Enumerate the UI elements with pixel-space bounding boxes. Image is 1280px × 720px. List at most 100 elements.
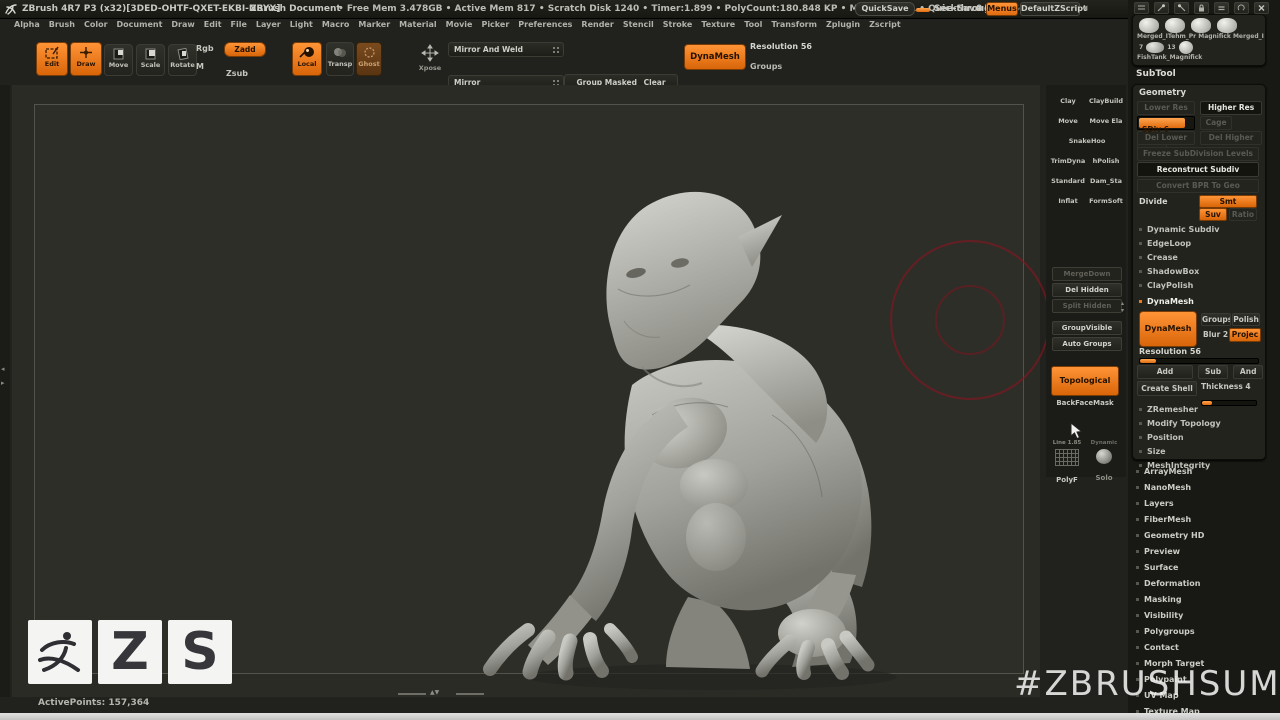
geometry-header[interactable]: Geometry	[1139, 88, 1186, 98]
draw-button[interactable]: Draw	[70, 42, 102, 76]
tray-button[interactable]: Split Hidden	[1052, 299, 1122, 313]
palette-section[interactable]: Preview	[1136, 544, 1204, 560]
m-toggle[interactable]: M	[196, 62, 204, 71]
menu-item[interactable]: Preferences	[518, 20, 572, 32]
subsection-header[interactable]: EdgeLoop	[1139, 237, 1219, 251]
menu-item[interactable]: Draw	[171, 20, 194, 32]
brush-item[interactable]: FormSoft	[1088, 188, 1124, 207]
dynamesh-button[interactable]: DynaMesh	[1139, 311, 1197, 347]
dynamesh-groups-toggle[interactable]: Groups	[1201, 313, 1231, 326]
dynamesh-and-toggle[interactable]: And	[1233, 365, 1264, 379]
zsub-button[interactable]: Zsub	[226, 61, 248, 80]
quicksave-button[interactable]: QuickSave	[855, 2, 915, 16]
menu-item[interactable]: Zscript	[869, 20, 901, 32]
menu-item[interactable]: Light	[290, 20, 313, 32]
reconstruct-subdiv-button[interactable]: Reconstruct Subdiv	[1137, 162, 1259, 177]
rotate-icon[interactable]	[1234, 2, 1249, 14]
menu-item[interactable]: Document	[117, 20, 163, 32]
convert-bpr-button[interactable]: Convert BPR To Geo	[1137, 179, 1259, 193]
left-tray-open-icon[interactable]: ▸	[1, 379, 5, 387]
menu-item[interactable]: Edit	[204, 20, 222, 32]
topological-button[interactable]: Topological	[1051, 366, 1119, 396]
backfacemask-button[interactable]: BackFaceMask	[1051, 399, 1119, 407]
lock-icon[interactable]	[1194, 2, 1209, 14]
default-zscript-button[interactable]: DefaultZScript	[1020, 2, 1087, 16]
palette-section[interactable]: Masking	[1136, 592, 1204, 608]
palette-section[interactable]: Layers	[1136, 496, 1204, 512]
menu-item[interactable]: Alpha	[14, 20, 40, 32]
menu-item[interactable]: Texture	[701, 20, 735, 32]
close-icon[interactable]	[1254, 2, 1269, 14]
shrink-icon[interactable]	[1214, 2, 1229, 14]
move-button[interactable]: Move	[104, 44, 133, 76]
menu-item[interactable]: Color	[84, 20, 108, 32]
divide-button[interactable]: Divide	[1139, 197, 1168, 206]
palette-section[interactable]: Visibility	[1136, 608, 1204, 624]
tray-button[interactable]: Auto Groups	[1052, 337, 1122, 351]
rgb-toggle[interactable]: Rgb	[196, 44, 214, 53]
menu-item[interactable]: Marker	[358, 20, 390, 32]
subsection-header[interactable]: Dynamic Subdiv	[1139, 223, 1219, 237]
dynamesh-add-toggle[interactable]: Add	[1137, 365, 1193, 379]
dynamesh-sub-toggle[interactable]: Sub	[1198, 365, 1229, 379]
dynamesh-section-header[interactable]: DynaMesh	[1139, 295, 1194, 309]
edit-button[interactable]: Edit	[36, 42, 68, 76]
scroll-left-icon[interactable]: ◀	[1082, 4, 1087, 12]
tray-divider-icon[interactable]	[1134, 2, 1149, 14]
palette-section[interactable]: Surface	[1136, 560, 1204, 576]
dynamesh-polish-toggle[interactable]: Polish	[1232, 313, 1260, 326]
freeze-subdivision-button[interactable]: Freeze SubDivision Levels	[1137, 147, 1259, 161]
tool-thumbnail-icon[interactable]	[1165, 18, 1185, 33]
subsection-header[interactable]: Size	[1139, 445, 1221, 459]
canvas-resize-line[interactable]	[398, 693, 426, 695]
sdiv-slider[interactable]: SDiv 6	[1137, 116, 1195, 134]
transp-button[interactable]: Transp	[326, 42, 354, 76]
tool-thumbnail-icon[interactable]	[1146, 42, 1165, 53]
brush-preset-2-icon[interactable]	[1174, 2, 1189, 14]
resolution-slider-label[interactable]: Resolution 56	[750, 42, 812, 51]
subsection-header[interactable]: ZRemesher	[1139, 403, 1221, 417]
scale-button[interactable]: Scale	[136, 44, 165, 76]
tool-thumbnail-icon[interactable]	[1191, 18, 1211, 33]
rotate-button[interactable]: Rotate	[168, 44, 197, 76]
subsection-header[interactable]: Position	[1139, 431, 1221, 445]
canvas-resize-line[interactable]	[456, 693, 484, 695]
brush-item[interactable]: Move	[1050, 108, 1086, 127]
brush-item[interactable]: SnakeHoo	[1050, 128, 1124, 147]
tool-thumbnail-icon[interactable]	[1178, 41, 1193, 54]
lower-res-button[interactable]: Lower Res	[1137, 101, 1195, 115]
menu-item[interactable]: File	[231, 20, 247, 32]
del-higher-button[interactable]: Del Higher	[1200, 131, 1263, 145]
local-button[interactable]: Local	[292, 42, 322, 76]
left-tray-open-icon[interactable]: ◂	[1, 365, 5, 373]
brush-item[interactable]: Standard	[1050, 168, 1086, 187]
menu-item[interactable]: Movie	[446, 20, 473, 32]
tray-button[interactable]: MergeDown	[1052, 267, 1122, 281]
brush-item[interactable]: Clay	[1050, 88, 1086, 107]
create-shell-button[interactable]: Create Shell	[1137, 381, 1197, 396]
palette-section[interactable]: Geometry HD	[1136, 528, 1204, 544]
palette-section[interactable]: ArrayMesh	[1136, 464, 1204, 480]
subsection-header[interactable]: Crease	[1139, 251, 1219, 265]
brush-preset-icon[interactable]	[1154, 2, 1169, 14]
menu-item[interactable]: Stroke	[663, 20, 693, 32]
dynamesh-shelf-button[interactable]: DynaMesh	[684, 44, 746, 70]
dynamesh-resolution-slider[interactable]	[1139, 358, 1259, 364]
zadd-button[interactable]: Zadd	[224, 42, 266, 57]
sculpt-model[interactable]	[12, 85, 1040, 697]
see-through-slider[interactable]	[916, 8, 930, 12]
groups-button[interactable]: Groups	[750, 62, 782, 71]
subtool-section-header[interactable]: SubTool	[1136, 69, 1176, 79]
canvas-resize-handle-icon[interactable]: ▲▼	[430, 689, 439, 696]
brush-item[interactable]: Dam_Sta	[1088, 168, 1124, 187]
brush-item[interactable]: TrimDyna	[1050, 148, 1086, 167]
menu-item[interactable]: Layer	[256, 20, 281, 32]
tray-resize-handle-icon[interactable]: ▴▾	[1119, 300, 1126, 314]
menu-item[interactable]: Brush	[49, 20, 75, 32]
dynamesh-resolution-slider-label[interactable]: Resolution 56	[1139, 347, 1201, 356]
cage-button[interactable]: Cage	[1200, 116, 1233, 130]
menu-item[interactable]: Render	[581, 20, 613, 32]
thickness-slider[interactable]: Thickness 4	[1201, 382, 1251, 391]
subsection-header[interactable]: ShadowBox	[1139, 265, 1219, 279]
subsection-header[interactable]: Modify Topology	[1139, 417, 1221, 431]
